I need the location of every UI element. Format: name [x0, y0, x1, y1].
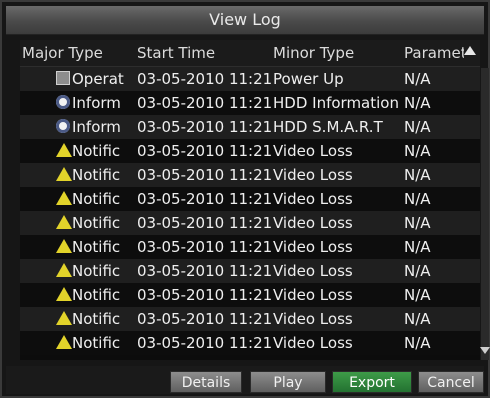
major-type-cell: Notific: [72, 310, 121, 328]
major-type-cell: Notific: [72, 286, 121, 304]
major-type-cell: Notific: [72, 166, 121, 184]
parameter-cell: N/A: [404, 310, 431, 328]
minor-type-cell: Video Loss: [273, 142, 353, 160]
major-type-cell: Inform: [72, 118, 121, 136]
table-row[interactable]: Notific 03-05-2010 11:21: Video Loss N/A: [20, 235, 480, 259]
major-type-cell: Notific: [72, 214, 121, 232]
table-row[interactable]: Notific 03-05-2010 11:21: Video Loss N/A: [20, 211, 480, 235]
information-icon: [56, 119, 70, 133]
warning-icon: [56, 215, 72, 229]
parameter-cell: N/A: [404, 214, 431, 232]
warning-icon: [56, 191, 72, 205]
start-time-cell: 03-05-2010 11:21:: [137, 310, 272, 328]
parameter-cell: N/A: [404, 70, 431, 88]
header-minor-type[interactable]: Minor Type: [273, 44, 354, 62]
warning-icon: [56, 311, 72, 325]
minor-type-cell: Video Loss: [273, 214, 353, 232]
cancel-button[interactable]: Cancel: [418, 371, 484, 393]
warning-icon: [56, 287, 72, 301]
vertical-scrollbar[interactable]: [481, 68, 489, 360]
table-row[interactable]: Notific 03-05-2010 11:21: Video Loss N/A: [20, 163, 480, 187]
parameter-cell: N/A: [404, 166, 431, 184]
table-row[interactable]: Notific 03-05-2010 11:21: Video Loss N/A: [20, 307, 480, 331]
table-row[interactable]: Inform 03-05-2010 11:21: HDD Information…: [20, 91, 480, 115]
major-type-cell: Notific: [72, 142, 121, 160]
start-time-cell: 03-05-2010 11:21:: [137, 94, 272, 112]
start-time-cell: 03-05-2010 11:21:: [137, 118, 272, 136]
minor-type-cell: Video Loss: [273, 166, 353, 184]
button-bar: Details Play Export Cancel: [6, 366, 484, 394]
parameter-cell: N/A: [404, 190, 431, 208]
start-time-cell: 03-05-2010 11:21:: [137, 334, 272, 352]
warning-icon: [56, 263, 72, 277]
parameter-cell: N/A: [404, 142, 431, 160]
export-button[interactable]: Export: [332, 371, 412, 393]
table-row[interactable]: Inform 03-05-2010 11:21: HDD S.M.A.R.T N…: [20, 115, 480, 139]
start-time-cell: 03-05-2010 11:21:: [137, 238, 272, 256]
minor-type-cell: Power Up: [273, 70, 344, 88]
warning-icon: [56, 239, 72, 253]
parameter-cell: N/A: [404, 238, 431, 256]
header-start-time[interactable]: Start Time: [137, 44, 215, 62]
header-major-type[interactable]: Major Type: [22, 44, 103, 62]
start-time-cell: 03-05-2010 11:21:: [137, 262, 272, 280]
log-rows: Operat 03-05-2010 11:21: Power Up N/A In…: [20, 67, 480, 355]
play-button[interactable]: Play: [250, 371, 326, 393]
table-header: Major Type Start Time Minor Type Paramet…: [20, 40, 480, 67]
major-type-cell: Notific: [72, 238, 121, 256]
minor-type-cell: Video Loss: [273, 262, 353, 280]
table-row[interactable]: Notific 03-05-2010 11:21: Video Loss N/A: [20, 283, 480, 307]
log-list: Major Type Start Time Minor Type Paramet…: [20, 40, 480, 360]
header-parameter[interactable]: Parameter: [404, 44, 464, 62]
minor-type-cell: Video Loss: [273, 238, 353, 256]
major-type-cell: Notific: [72, 190, 121, 208]
warning-icon: [56, 143, 72, 157]
dialog-title: View Log: [209, 10, 281, 29]
parameter-cell: N/A: [404, 94, 431, 112]
operation-icon: [56, 71, 70, 85]
title-bar: View Log: [6, 6, 484, 35]
minor-type-cell: HDD S.M.A.R.T: [273, 118, 383, 136]
parameter-cell: N/A: [404, 286, 431, 304]
parameter-cell: N/A: [404, 334, 431, 352]
minor-type-cell: Video Loss: [273, 286, 353, 304]
information-icon: [56, 95, 70, 109]
table-row[interactable]: Notific 03-05-2010 11:21: Video Loss N/A: [20, 139, 480, 163]
minor-type-cell: HDD Information: [273, 94, 399, 112]
start-time-cell: 03-05-2010 11:21:: [137, 70, 272, 88]
table-row[interactable]: Notific 03-05-2010 11:21: Video Loss N/A: [20, 331, 480, 355]
minor-type-cell: Video Loss: [273, 334, 353, 352]
minor-type-cell: Video Loss: [273, 310, 353, 328]
parameter-cell: N/A: [404, 262, 431, 280]
start-time-cell: 03-05-2010 11:21:: [137, 286, 272, 304]
scroll-down-icon[interactable]: [480, 347, 490, 354]
major-type-cell: Notific: [72, 262, 121, 280]
start-time-cell: 03-05-2010 11:21:: [137, 214, 272, 232]
major-type-cell: Inform: [72, 94, 121, 112]
major-type-cell: Operat: [72, 70, 124, 88]
major-type-cell: Notific: [72, 334, 121, 352]
table-row[interactable]: Notific 03-05-2010 11:21: Video Loss N/A: [20, 187, 480, 211]
scroll-up-icon[interactable]: [464, 46, 476, 55]
table-row[interactable]: Operat 03-05-2010 11:21: Power Up N/A: [20, 67, 480, 91]
warning-icon: [56, 167, 72, 181]
view-log-dialog: View Log Major Type Start Time Minor Typ…: [0, 0, 490, 398]
start-time-cell: 03-05-2010 11:21:: [137, 190, 272, 208]
start-time-cell: 03-05-2010 11:21:: [137, 166, 272, 184]
start-time-cell: 03-05-2010 11:21:: [137, 142, 272, 160]
warning-icon: [56, 335, 72, 349]
parameter-cell: N/A: [404, 118, 431, 136]
minor-type-cell: Video Loss: [273, 190, 353, 208]
details-button[interactable]: Details: [170, 371, 242, 393]
table-row[interactable]: Notific 03-05-2010 11:21: Video Loss N/A: [20, 259, 480, 283]
